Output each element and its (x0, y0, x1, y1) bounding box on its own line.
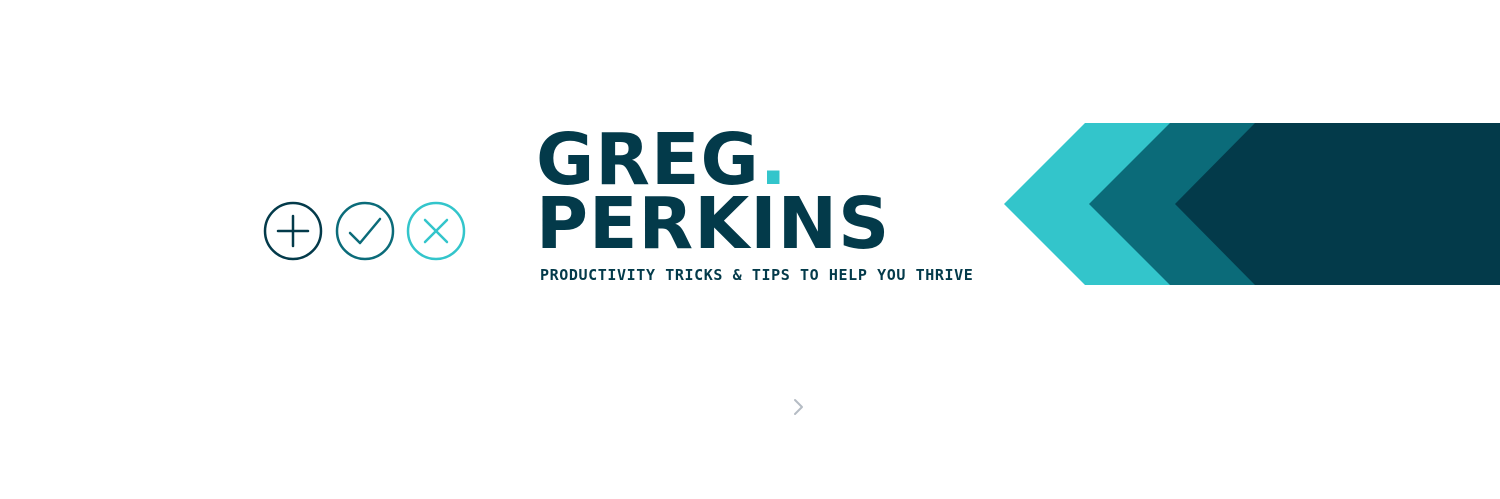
brand-name: GREG. PERKINS (536, 124, 891, 265)
profile-banner: GREG. PERKINS PRODUCTIVITY TRICKS & TIPS… (0, 0, 1500, 499)
chevron-shapes (1004, 123, 1500, 285)
x-circle-icon (406, 201, 466, 261)
tagline: PRODUCTIVITY TRICKS & TIPS TO HELP YOU T… (540, 266, 974, 284)
check-circle-icon (335, 201, 395, 261)
plus-circle-icon (263, 201, 323, 261)
last-name: PERKINS (536, 182, 891, 265)
chevron-graphic (1000, 123, 1500, 285)
chevron-right-icon[interactable] (786, 392, 812, 422)
icon-row (263, 201, 467, 261)
